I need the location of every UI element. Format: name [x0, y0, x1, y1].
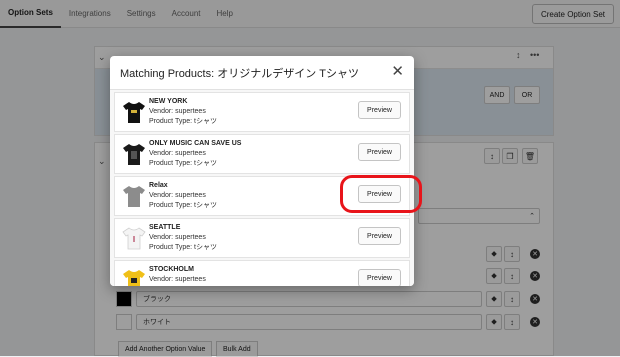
product-row: NEW YORK Vendor: supertees Product Type:…: [114, 92, 410, 132]
matching-products-modal: Matching Products: オリジナルデザイン Tシャツ ✕ NEW …: [110, 56, 414, 286]
product-name: STOCKHOLM: [149, 266, 194, 273]
product-row: SEATTLE Vendor: supertees Product Type: …: [114, 218, 410, 258]
preview-button[interactable]: Preview: [358, 269, 401, 286]
product-type: Product Type: tシャツ: [149, 202, 217, 209]
modal-header: Matching Products: オリジナルデザイン Tシャツ: [110, 56, 414, 90]
product-vendor: Vendor: supertees: [149, 276, 206, 283]
product-name: Relax: [149, 182, 168, 189]
annotation-highlight: [340, 175, 422, 213]
tshirt-icon: [123, 270, 145, 286]
product-row: ONLY MUSIC CAN SAVE US Vendor: supertees…: [114, 134, 410, 174]
tshirt-icon: [123, 186, 145, 207]
product-type: Product Type: tシャツ: [149, 285, 217, 286]
product-name: ONLY MUSIC CAN SAVE US: [149, 140, 242, 147]
product-vendor: Vendor: supertees: [149, 150, 206, 157]
tshirt-icon: [123, 102, 145, 123]
close-icon[interactable]: ✕: [391, 64, 404, 80]
product-type: Product Type: tシャツ: [149, 244, 217, 251]
tshirt-icon: [122, 227, 146, 250]
modal-title: Matching Products: オリジナルデザイン Tシャツ: [120, 67, 359, 80]
product-vendor: Vendor: supertees: [149, 234, 206, 241]
preview-button[interactable]: Preview: [358, 143, 401, 161]
tshirt-icon: [123, 144, 145, 165]
preview-button[interactable]: Preview: [358, 101, 401, 119]
product-type: Product Type: tシャツ: [149, 160, 217, 167]
product-name: NEW YORK: [149, 98, 188, 105]
product-vendor: Vendor: supertees: [149, 108, 206, 115]
product-row: STOCKHOLM Vendor: supertees Product Type…: [114, 260, 410, 286]
product-vendor: Vendor: supertees: [149, 192, 206, 199]
product-type: Product Type: tシャツ: [149, 118, 217, 125]
product-name: SEATTLE: [149, 224, 181, 231]
preview-button[interactable]: Preview: [358, 227, 401, 245]
